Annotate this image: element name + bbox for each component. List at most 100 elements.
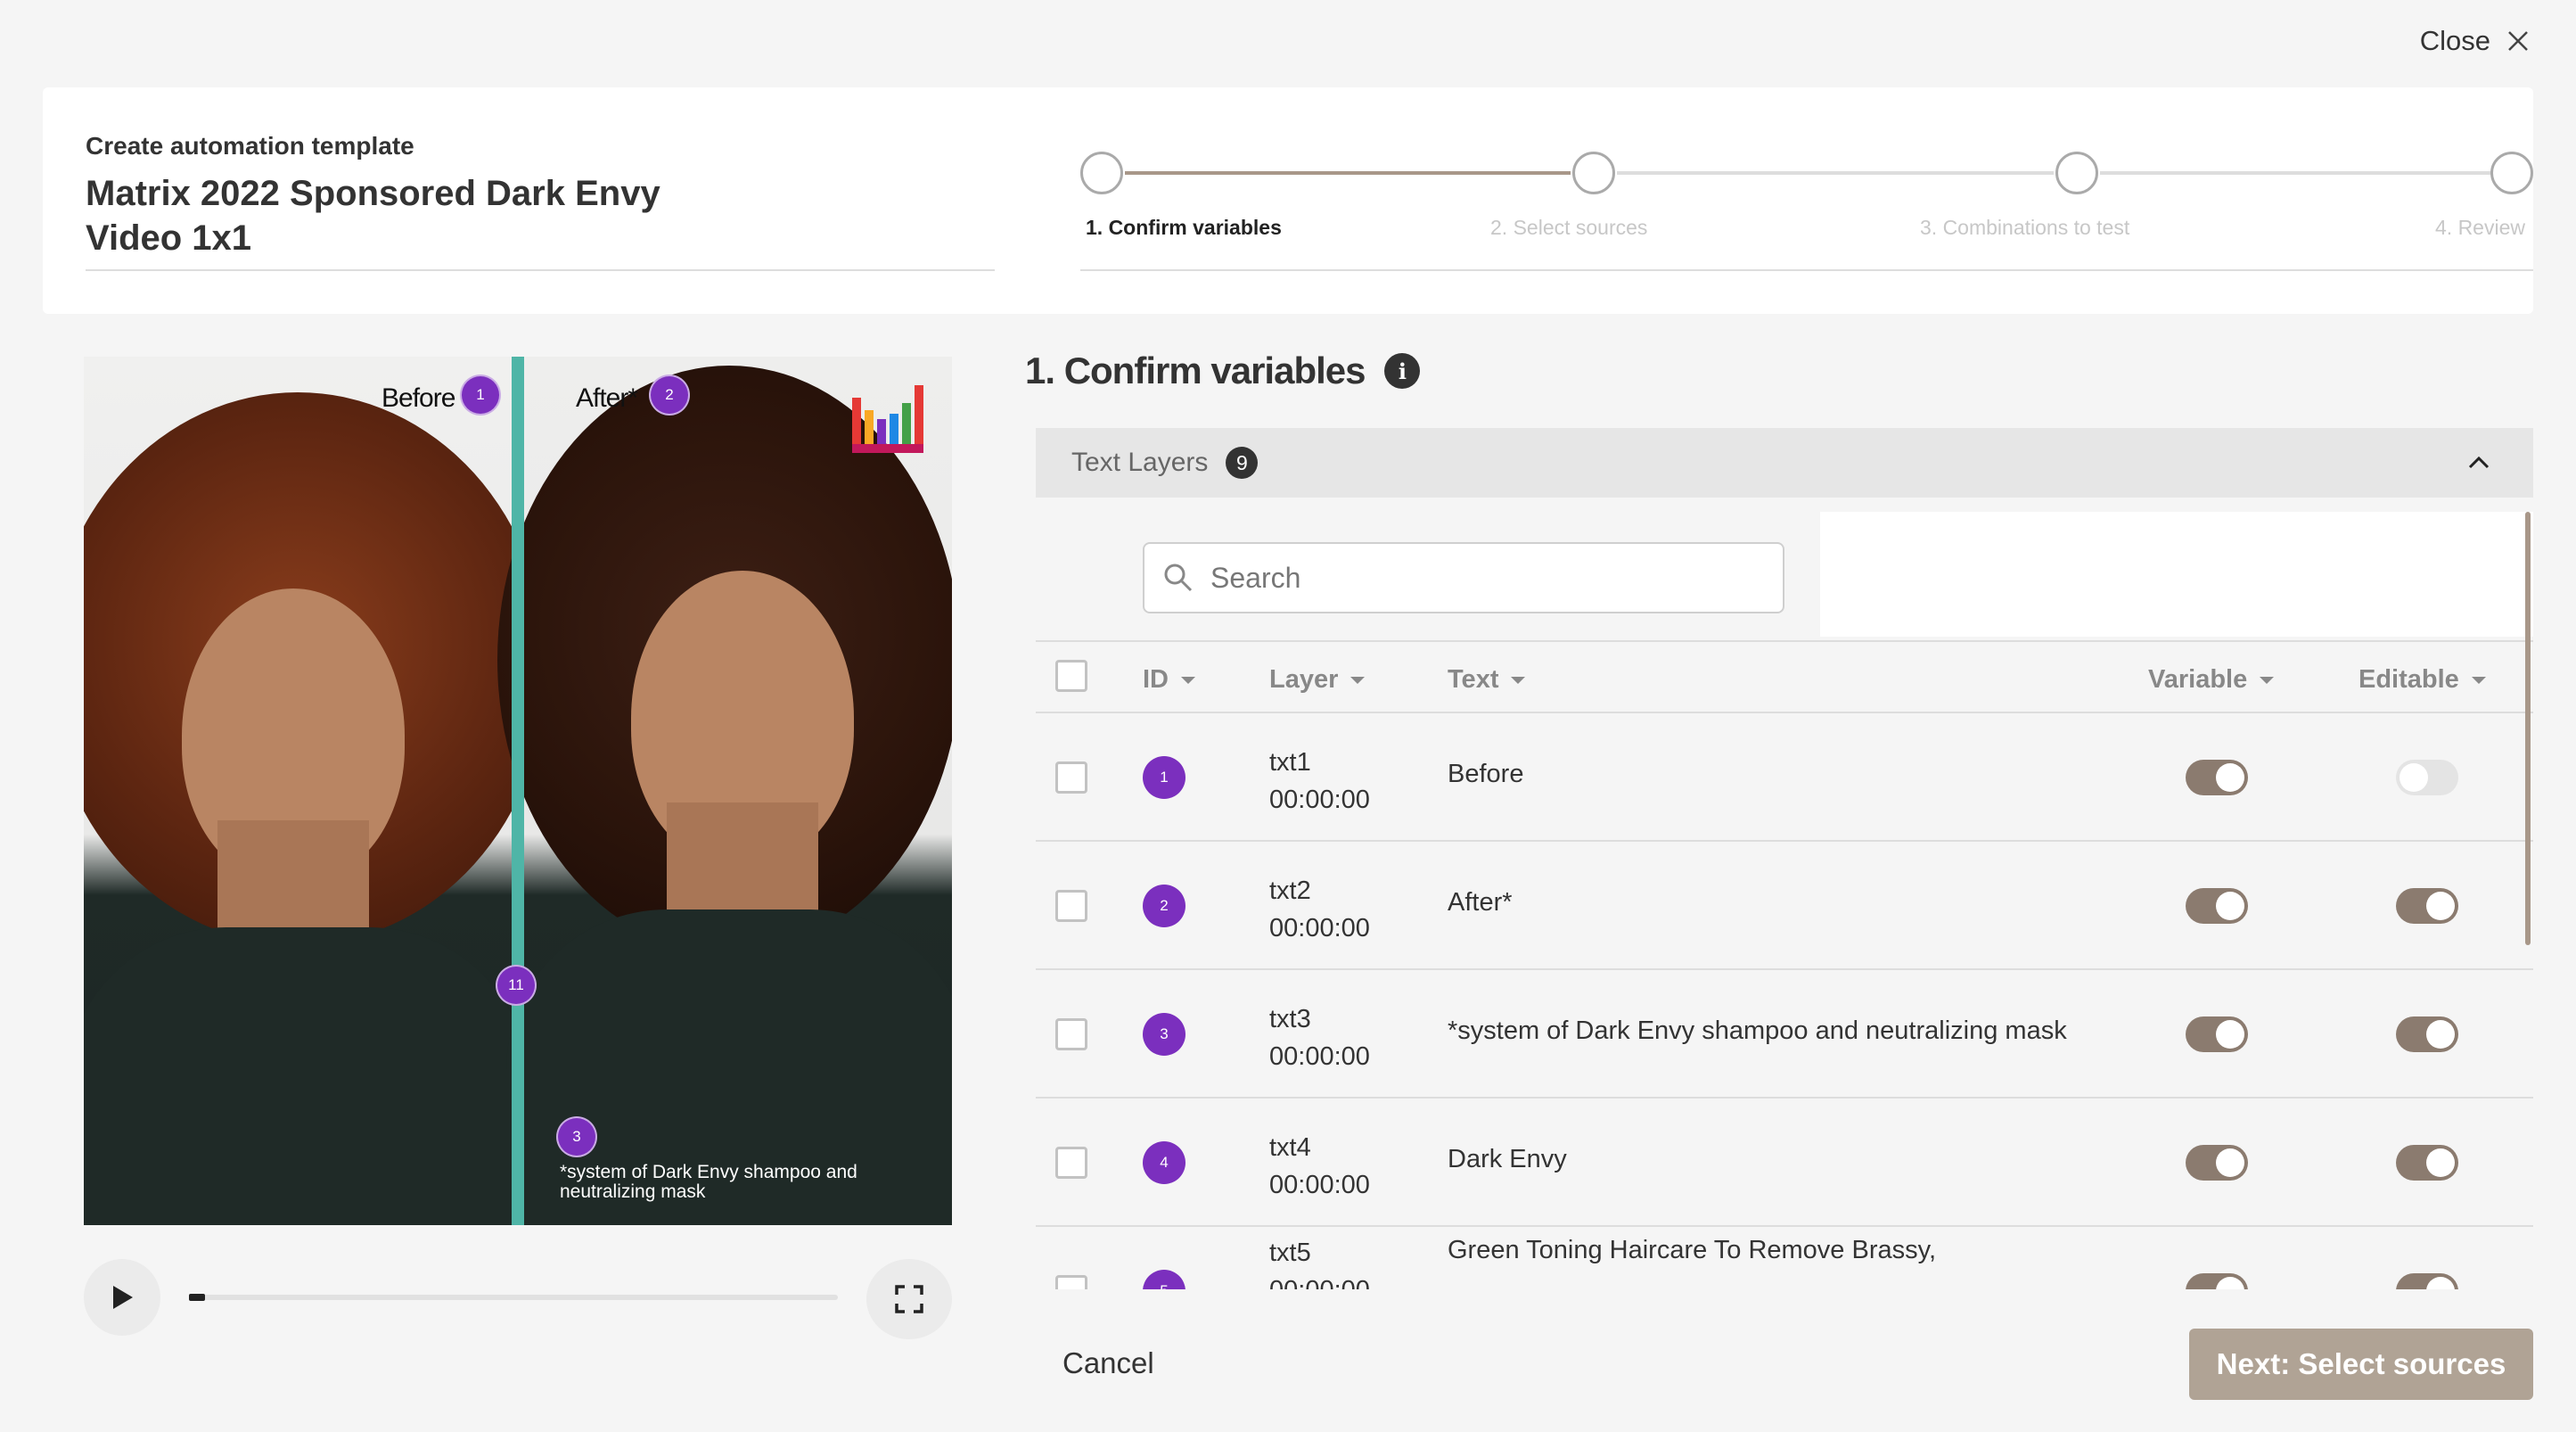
close-label: Close [2419, 25, 2490, 56]
table-row: 2 txt2 00:00:00 After* [1036, 842, 2533, 970]
search-input[interactable] [1210, 561, 1745, 595]
section-heading: 1. Confirm variables i [1025, 350, 1421, 392]
row-id-badge: 1 [1143, 756, 1185, 799]
sort-caret-icon [2471, 676, 2486, 684]
search-icon [1164, 564, 1193, 592]
row-checkbox[interactable] [1055, 761, 1087, 794]
fullscreen-icon [895, 1285, 923, 1313]
progress-track[interactable] [189, 1294, 838, 1301]
search-area [1036, 512, 1820, 637]
variable-toggle[interactable] [2186, 1016, 2248, 1052]
layer-pin-2[interactable]: 2 [649, 374, 690, 416]
after-label: After* [576, 383, 638, 413]
column-label-id: ID [1143, 665, 1169, 694]
page-title: Matrix 2022 Sponsored Dark Envy Video 1x… [86, 174, 660, 258]
table-row: 3 txt3 00:00:00 *system of Dark Envy sham… [1036, 970, 2533, 1099]
table-row: 1 txt1 00:00:00 Before [1036, 713, 2533, 842]
row-text: After* [1448, 888, 1513, 917]
select-all-checkbox[interactable] [1055, 660, 1087, 692]
step-label-confirm-variables: 1. Confirm variables [1086, 216, 1282, 239]
fullscreen-button[interactable] [866, 1259, 952, 1339]
stepper: 1. Confirm variables 2. Select sources 3… [1080, 150, 2533, 275]
step-circle-4[interactable] [2490, 152, 2533, 194]
editable-toggle[interactable] [2396, 888, 2458, 924]
header-card: Create automation template Matrix 2022 S… [43, 87, 2533, 314]
variable-toggle[interactable] [2186, 1145, 2248, 1181]
step-label-review: 4. Review [2435, 216, 2525, 239]
step-label-combinations: 3. Combinations to test [1920, 216, 2130, 239]
row-checkbox[interactable] [1055, 1275, 1087, 1289]
search-spacer [1820, 512, 2533, 637]
table-row: 5 txt5 00:00:00 Green Toning Haircare To … [1036, 1227, 2533, 1289]
row-layer-time: 00:00:00 [1269, 786, 1370, 814]
text-layers-accordion[interactable]: Text Layers 9 [1036, 428, 2533, 498]
page-subtitle: Create automation template [86, 132, 414, 160]
variable-toggle[interactable] [2186, 760, 2248, 795]
column-header-text[interactable]: Text [1448, 665, 1526, 695]
play-icon [113, 1286, 133, 1309]
column-header-editable[interactable]: Editable [2359, 665, 2486, 695]
row-id-badge: 3 [1143, 1013, 1185, 1056]
split-divider [512, 357, 524, 1225]
step-connector-2 [1617, 171, 2054, 175]
row-id-badge: 2 [1143, 885, 1185, 927]
video-preview: Before After* 1 2 11 3 *system of Dark E… [84, 357, 952, 1225]
close-icon [2508, 31, 2528, 51]
row-layer-time: 00:00:00 [1269, 914, 1370, 942]
variable-toggle[interactable] [2186, 1273, 2248, 1289]
text-layers-panel: ID Layer Text Variable Editable 1 txt1 00… [1036, 512, 2533, 1289]
row-layer-name: txt3 [1269, 1005, 1311, 1033]
row-id-badge: 5 [1143, 1270, 1185, 1289]
step-connector-3 [2100, 171, 2503, 175]
row-layer: txt3 00:00:00 [1269, 1000, 1370, 1075]
overlay-caption: *system of Dark Envy shampoo and neutral… [560, 1162, 857, 1202]
row-text: *system of Dark Envy shampoo and neutral… [1448, 1016, 2067, 1045]
layer-pin-3[interactable]: 3 [556, 1116, 597, 1157]
row-layer: txt5 00:00:00 [1269, 1234, 1370, 1289]
row-checkbox[interactable] [1055, 1018, 1087, 1050]
column-header-layer[interactable]: Layer [1269, 665, 1366, 695]
sort-caret-icon [1350, 676, 1366, 684]
section-title: 1. Confirm variables [1025, 350, 1366, 391]
row-checkbox[interactable] [1055, 1147, 1087, 1179]
column-label-editable: Editable [2359, 665, 2459, 694]
editable-toggle[interactable] [2396, 1273, 2458, 1289]
step-circle-1[interactable] [1080, 152, 1123, 194]
table-scrollbar[interactable] [2525, 512, 2531, 945]
before-shirt [84, 927, 529, 1225]
row-checkbox[interactable] [1055, 890, 1087, 922]
sort-caret-icon [1511, 676, 1526, 684]
template-heading: Create automation template Matrix 2022 S… [86, 132, 995, 358]
table-header: ID Layer Text Variable Editable [1036, 640, 2533, 713]
row-layer: txt4 00:00:00 [1269, 1129, 1370, 1204]
column-header-id[interactable]: ID [1143, 665, 1195, 695]
search-field[interactable] [1143, 542, 1784, 613]
stepper-divider [1080, 269, 2533, 271]
table-row: 4 txt4 00:00:00 Dark Envy [1036, 1099, 2533, 1227]
editable-toggle[interactable] [2396, 760, 2458, 795]
step-label-select-sources: 2. Select sources [1490, 216, 1648, 239]
column-header-variable[interactable]: Variable [2148, 665, 2275, 695]
row-text: Green Toning Haircare To Remove Brassy, [1448, 1236, 1937, 1264]
editable-toggle[interactable] [2396, 1145, 2458, 1181]
row-id-badge: 4 [1143, 1141, 1185, 1184]
before-image [84, 357, 547, 1225]
row-text: Dark Envy [1448, 1145, 1567, 1173]
step-circle-2[interactable] [1572, 152, 1615, 194]
sort-caret-icon [2260, 676, 2275, 684]
row-layer-time: 00:00:00 [1269, 1042, 1370, 1071]
sort-caret-icon [1181, 676, 1195, 684]
close-button[interactable]: Close [2420, 25, 2530, 57]
play-button[interactable] [84, 1259, 160, 1336]
step-circle-3[interactable] [2055, 152, 2098, 194]
info-icon[interactable]: i [1384, 353, 1421, 389]
layer-pin-1[interactable]: 1 [460, 374, 501, 416]
cancel-button[interactable]: Cancel [1062, 1346, 1154, 1380]
brand-logo-icon [852, 385, 923, 453]
next-select-sources-button[interactable]: Next: Select sources [2189, 1329, 2533, 1400]
row-layer-name: txt5 [1269, 1239, 1311, 1267]
variable-toggle[interactable] [2186, 888, 2248, 924]
editable-toggle[interactable] [2396, 1016, 2458, 1052]
row-text: Before [1448, 760, 1524, 788]
layer-pin-11[interactable]: 11 [496, 965, 537, 1006]
